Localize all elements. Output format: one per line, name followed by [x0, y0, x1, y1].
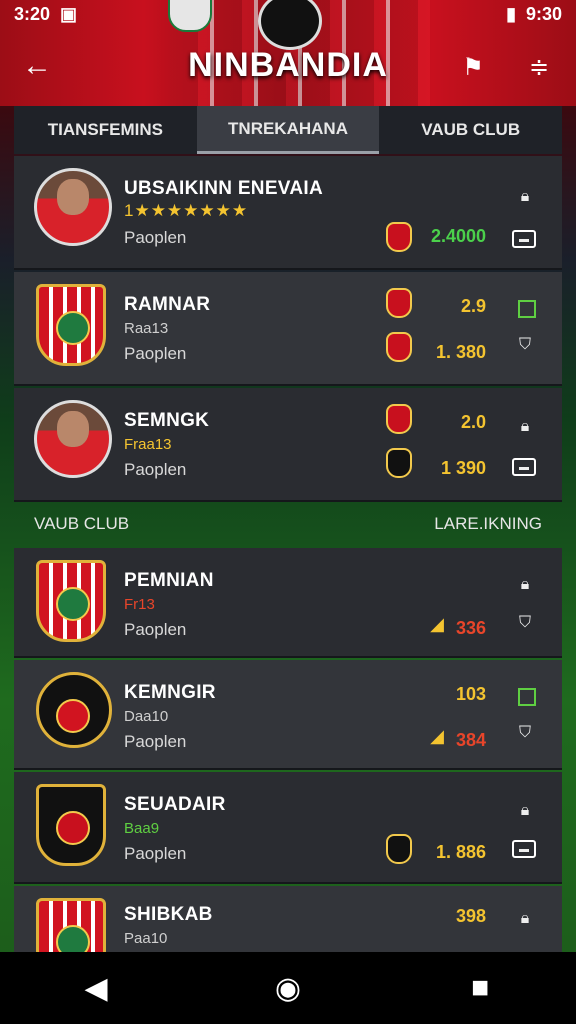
shield-check-icon[interactable]: ⛉: [514, 334, 536, 356]
lock-icon[interactable]: 🔒︎: [514, 908, 536, 930]
card-icon[interactable]: ▬: [512, 840, 536, 858]
player-rating: 2.9: [460, 296, 486, 316]
club-name: KEMNGIR: [124, 682, 216, 703]
club-name: PEMNIAN: [124, 570, 214, 591]
player-sub: Fraa13: [124, 436, 172, 453]
club-sub: Daa10: [124, 708, 169, 725]
trend-icon: ◢: [430, 614, 444, 634]
recents-nav-icon[interactable]: ■: [450, 971, 510, 1005]
player-name: UBSAIKINN ENEVAIA: [124, 178, 323, 199]
signal-icon: ▮: [506, 3, 516, 24]
card-icon[interactable]: ▬: [512, 458, 536, 476]
tab-bar: TIANSFEMINS TNREKAHANA VAUB CLUB: [14, 106, 562, 154]
club-label: Paoplen: [124, 732, 187, 751]
avatar: [34, 400, 112, 478]
notification-icon: ▣: [60, 3, 78, 24]
club-crest-icon: [36, 898, 106, 952]
home-nav-icon[interactable]: ◉: [258, 971, 318, 1006]
rating-stars: 1★★★★★★★: [124, 201, 249, 220]
list-item[interactable]: PEMNIAN Fr13 Paoplen ◢ 336 🔒︎ ⛉: [14, 548, 562, 658]
list-item[interactable]: SHIBKAB Paa10 398 🔒︎: [14, 886, 562, 954]
club-crest-icon: [36, 672, 112, 748]
filter-icon[interactable]: ≑: [522, 50, 556, 84]
club-badge-icon: [386, 448, 412, 478]
club-badge-icon: [386, 404, 412, 434]
lock-icon[interactable]: 🔒︎: [514, 416, 536, 438]
section-title-left: VAUB CLUB: [34, 514, 130, 533]
player-label: Paoplen: [124, 344, 187, 363]
club-badge-icon: [386, 834, 412, 864]
checkbox-icon[interactable]: [518, 300, 536, 318]
club-value: 336: [455, 618, 486, 638]
club-crest-icon: [36, 560, 106, 642]
card-icon[interactable]: ▬: [512, 230, 536, 248]
section-title-right[interactable]: LARE.IKNING: [414, 514, 562, 534]
section-header: VAUB CLUB LARE.IKNING: [14, 504, 562, 544]
club-value: 384: [455, 730, 486, 750]
status-time-left: 3:20: [14, 3, 51, 24]
club-sub: Paa10: [124, 930, 168, 947]
list-item[interactable]: RAMNAR Raa13 Paoplen 2.9 1. 380 ⛉: [14, 272, 562, 386]
club-rating: 398: [455, 906, 486, 926]
club-value: 1. 886: [435, 842, 486, 862]
status-bar: 3:20 ▣ ▮ 9:30: [0, 0, 576, 28]
club-name: SHIBKAB: [124, 904, 213, 925]
status-time-right: 9:30: [525, 3, 562, 24]
lock-icon[interactable]: 🔒︎: [514, 574, 536, 596]
player-value: 2.4000: [430, 226, 486, 246]
player-rating: 2.0: [460, 412, 486, 432]
player-value: 1 390: [440, 458, 486, 478]
lock-icon[interactable]: 🔒︎: [514, 186, 536, 208]
list-item[interactable]: SEMNGK Fraa13 Paoplen 2.0 1 390 🔒︎ ▬: [14, 388, 562, 502]
tab-transfers[interactable]: TIANSFEMINS: [14, 106, 197, 154]
player-value: 1. 380: [435, 342, 486, 362]
tab-club[interactable]: VAUB CLUB: [379, 106, 562, 154]
trend-icon: ◢: [430, 726, 444, 746]
player-name: SEMNGK: [124, 410, 210, 431]
list-item[interactable]: SEUADAIR Baa9 Paoplen 1. 886 🔒︎ ▬: [14, 772, 562, 884]
checkbox-icon[interactable]: [518, 688, 536, 706]
club-crest-icon: [36, 784, 106, 866]
club-label: Paoplen: [124, 844, 187, 863]
club-sub: Fr13: [124, 596, 155, 613]
pin-icon[interactable]: ⚑: [456, 50, 490, 84]
player-sub: Raa13: [124, 320, 169, 337]
club-badge-icon: [386, 222, 412, 252]
club-name: SEUADAIR: [124, 794, 226, 815]
avatar: [34, 168, 112, 246]
list-item[interactable]: KEMNGIR Daa10 Paoplen 103 ◢ 384 ⛉: [14, 660, 562, 770]
shield-check-icon[interactable]: ⛉: [514, 612, 536, 634]
lock-icon[interactable]: 🔒︎: [514, 800, 536, 822]
back-nav-icon[interactable]: ◀: [66, 971, 126, 1006]
shield-check-icon[interactable]: ⛉: [514, 722, 536, 744]
player-label: Paoplen: [124, 228, 187, 247]
club-badge-icon: [386, 332, 412, 362]
club-sub: Baa9: [124, 820, 160, 837]
player-name: RAMNAR: [124, 294, 211, 315]
club-badge-icon: [386, 288, 412, 318]
club-label: Paoplen: [124, 620, 187, 639]
club-rating: 103: [455, 684, 486, 704]
player-label: Paoplen: [124, 460, 187, 479]
system-nav-bar: ◀ ◉ ■: [0, 952, 576, 1024]
tab-market[interactable]: TNREKAHANA: [196, 106, 380, 154]
list-item[interactable]: UBSAIKINN ENEVAIA 1★★★★★★★ Paoplen 2.400…: [14, 156, 562, 270]
club-crest-icon: [36, 284, 106, 366]
